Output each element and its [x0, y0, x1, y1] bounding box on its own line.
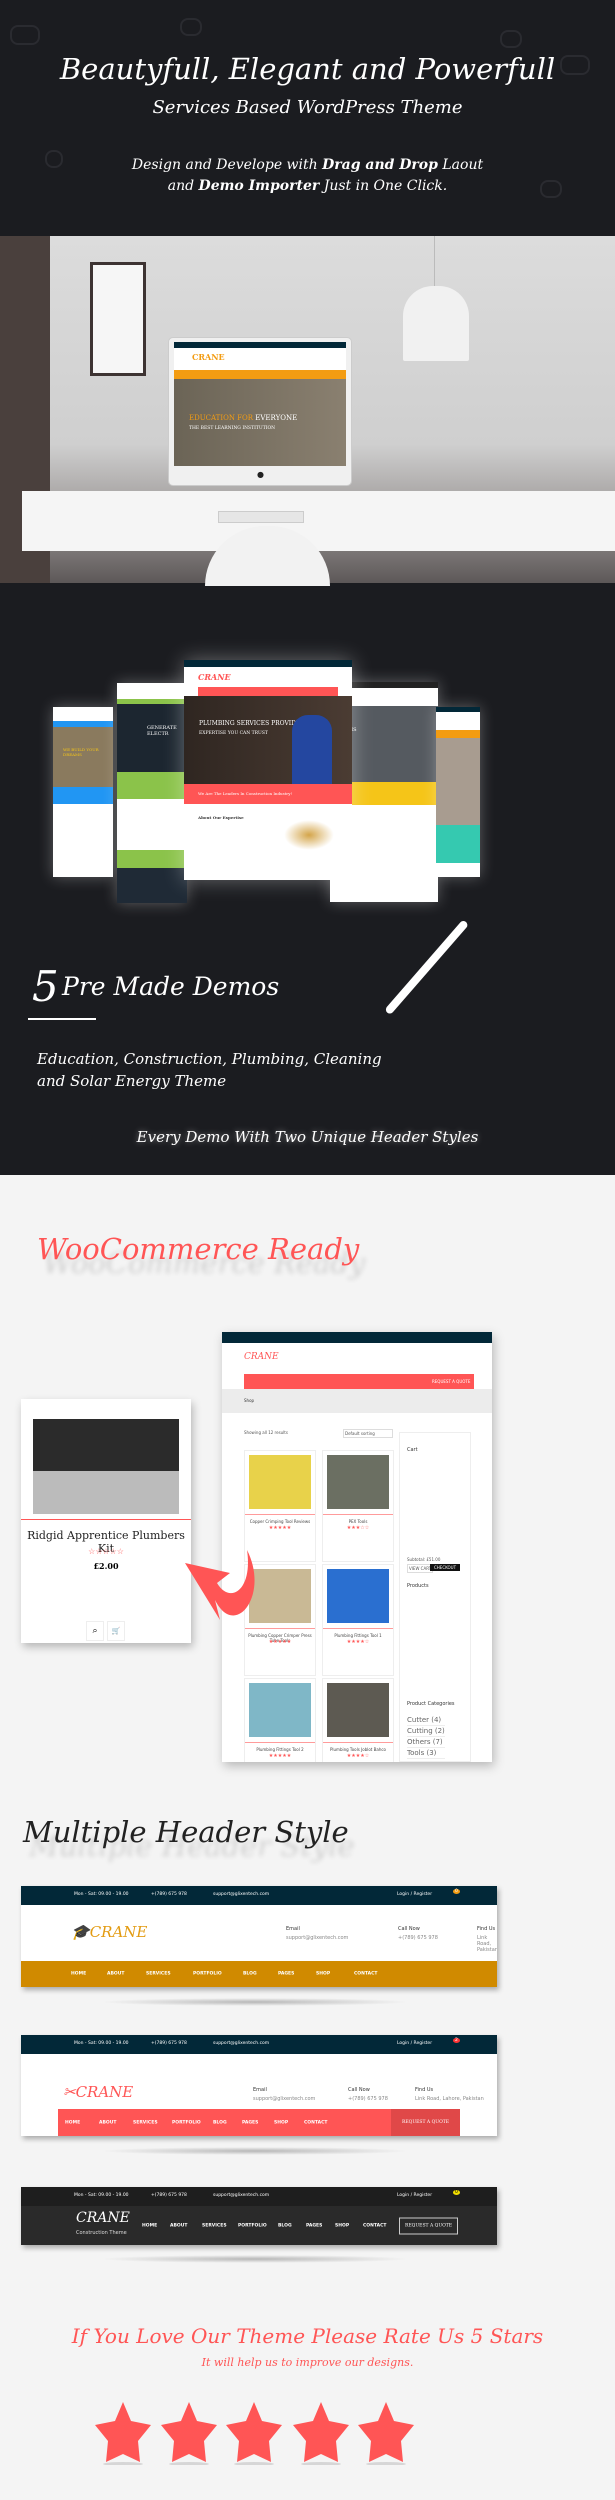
header-style-3: Mon - Sat: 09.00 - 19.00 +(789) 675 978 su… [21, 2187, 497, 2245]
apple-icon: ● [257, 470, 264, 479]
nav-bar: HOME ABOUT SERVICES PORTFOLIO BLOG PAGES SHOP C… [58, 2109, 460, 2136]
cart-icon[interactable]: 🛒 [107, 1621, 125, 1641]
request-quote-button[interactable]: REQUEST A QUOTE [399, 2217, 459, 2234]
arrow-icon [185, 1550, 255, 1620]
star-icon[interactable] [293, 2402, 349, 2465]
category-item[interactable]: Others (7) [407, 1737, 445, 1748]
topbar: Mon - Sat: 09.00 - 19.00 +(789) 675 978 su… [21, 2187, 497, 2206]
logo: 🎓CRANE [71, 1923, 148, 1941]
product-image [33, 1419, 179, 1514]
keyboard [218, 511, 304, 523]
product-card: Plumbing Fittings Tool 1 ★★★★☆ [322, 1564, 394, 1676]
premade-title: Pre Made Demos [62, 972, 280, 1001]
category-list: Cutter (4) Cutting (2) Others (7) Tools … [407, 1715, 445, 1759]
hero-description: Design and Develope with Drag and Drop L… [131, 157, 484, 194]
tools-icon: ✂ [63, 2083, 76, 2101]
demo-plumbing: CRANE PLUMBING SERVICES PROVIDER EXPERTI… [184, 660, 352, 880]
nav-bar: HOME ABOUT SERVICES PORTFOLIO BLOG PAGES SHOP C… [21, 1961, 497, 1987]
rating-stars: ☆☆☆☆☆ [88, 1547, 124, 1556]
demo-count: 5 [32, 962, 59, 1011]
monitor-screen: CRANE EDUCATION FOR EVERYONE THE BEST LE… [174, 342, 346, 466]
search-icon[interactable]: ⌕ [86, 1621, 104, 1641]
header-styles-title: Multiple Header Style [23, 1815, 349, 1849]
star-icon[interactable] [95, 2402, 151, 2465]
cart-badge: 2 [453, 2038, 460, 2043]
product-card: Plumbing Fittings Tool 2 ★★★★★ [244, 1678, 316, 1762]
lamp [403, 286, 469, 361]
logo: ✂CRANE [63, 2083, 134, 2101]
product-card: PEX Tools ★★★☆☆ [322, 1450, 394, 1562]
category-item[interactable]: Cutting (2) [407, 1726, 445, 1737]
rate-subtitle: It will help us to improve our designs. [201, 2356, 414, 2369]
cart-badge: 0 [453, 2190, 460, 2195]
rate-title: If You Love Our Theme Please Rate Us 5 S… [71, 2324, 544, 2348]
hero-subtitle: Services Based WordPress Theme [152, 97, 463, 118]
nav-bar: HOME ABOUT SERVICES PORTFOLIO BLOG PAGES SHOP C… [21, 2206, 497, 2245]
desk [22, 491, 615, 551]
desk-mockup-photo: CRANE EDUCATION FOR EVERYONE THE BEST LE… [0, 236, 615, 586]
demo-list: Education, Construction, Plumbing, Clean… [37, 1050, 382, 1090]
demo-education [436, 707, 480, 877]
header-style-2: Mon - Sat: 09.00 - 19.00 +(789) 675 978 su… [21, 2035, 497, 2136]
star-icon[interactable] [358, 2402, 414, 2465]
demo-solar: GENERATE ELECTR [117, 683, 187, 903]
header-style-1: Mon - Sat: 09.00 - 19.00 +(789) 675 978 su… [21, 1886, 497, 1987]
graduation-cap-icon: 🎓 [71, 1923, 90, 1941]
hero-title: Beautyfull, Elegant and Powerfull [59, 52, 556, 86]
cart-badge: 0 [453, 1889, 460, 1894]
product-card: Plumbing Tools Joblot Bahco ★★★★☆ [322, 1678, 394, 1762]
category-item[interactable]: Tools (3) [407, 1748, 445, 1759]
topbar: Mon - Sat: 09.00 - 19.00 +(789) 675 978 su… [21, 1886, 497, 1905]
featured-product-card[interactable]: Ridgid Apprentice Plumbers Kit ☆☆☆☆☆ £2.… [21, 1399, 191, 1643]
shop-sidebar: Cart Subtotal: £51.00 VIEW CART CHECKOUT… [399, 1432, 471, 1762]
star-icon[interactable] [226, 2402, 282, 2465]
premade-footer: Every Demo With Two Unique Header Styles [136, 1128, 479, 1146]
request-quote-button[interactable]: REQUEST A QUOTE [391, 2109, 460, 2136]
monitor: CRANE EDUCATION FOR EVERYONE THE BEST LE… [168, 337, 352, 486]
wall-frame [90, 262, 146, 376]
topbar: Mon - Sat: 09.00 - 19.00 +(789) 675 978 su… [21, 2035, 497, 2054]
category-item[interactable]: Cutter (4) [407, 1715, 445, 1726]
star-icon[interactable] [161, 2402, 217, 2465]
plumber-figure [292, 715, 332, 785]
woocommerce-title: WooCommerce Ready [37, 1232, 360, 1266]
divider [28, 1018, 96, 1020]
demo-construction: WE BUILD YOUR DREAMS [53, 707, 113, 877]
